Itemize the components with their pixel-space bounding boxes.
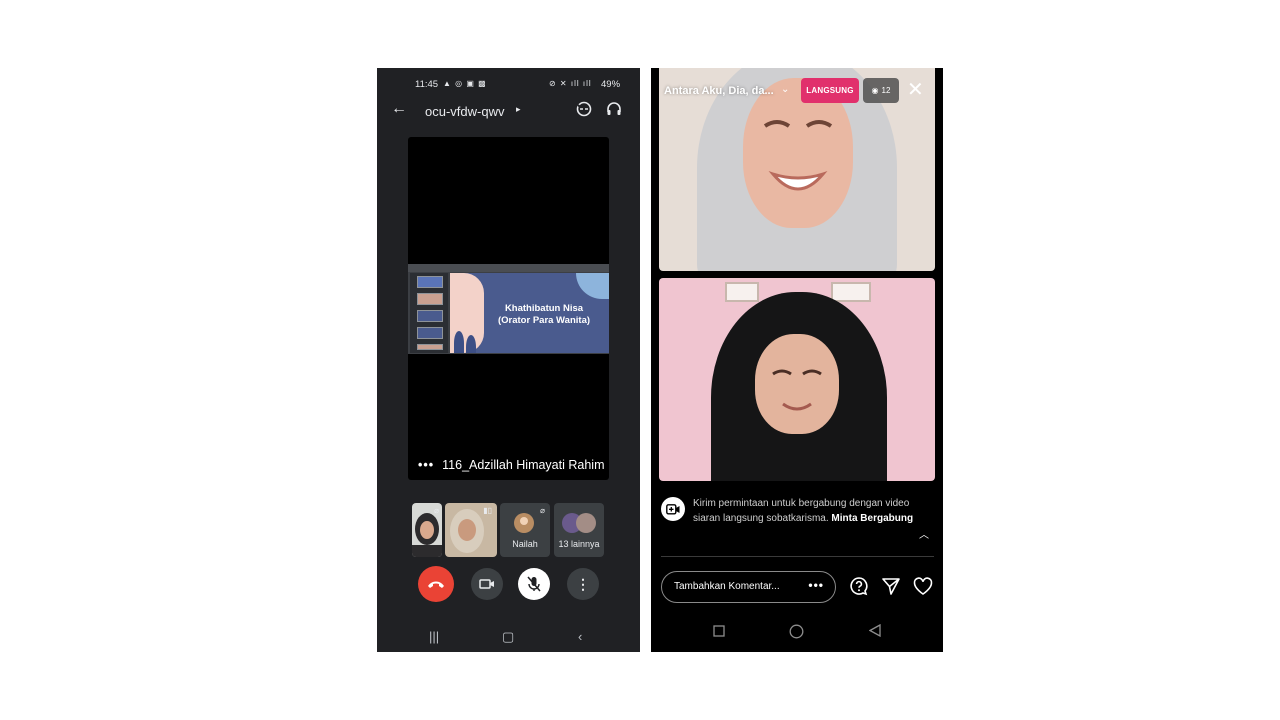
back-nav-icon[interactable] xyxy=(868,623,881,642)
more-options-button[interactable]: ⋮ xyxy=(567,568,599,600)
slide-thumb xyxy=(417,276,443,288)
live-badge: LANGSUNG xyxy=(801,78,859,103)
wall-frame xyxy=(831,282,871,302)
mic-off-icon: ⌀ xyxy=(540,506,545,515)
live-title[interactable]: Antara Aku, Dia, da... xyxy=(664,85,774,97)
heart-icon[interactable] xyxy=(910,573,936,599)
status-bar: 11:45 ▲ ◎ ▣ ▩ ⊘ ✕ ıll ıll 49% xyxy=(377,68,640,98)
send-icon[interactable] xyxy=(878,573,904,599)
slide-decoration xyxy=(454,331,464,353)
slide-toolbar xyxy=(408,264,609,272)
comment-placeholder: Tambahkan Komentar... xyxy=(674,581,780,592)
slide-thumb xyxy=(417,327,443,339)
slide-title-line: Khathibatun Nisa xyxy=(504,303,584,314)
slide-thumb xyxy=(417,344,443,350)
mic-off-icon xyxy=(527,576,541,592)
video-face xyxy=(755,334,839,434)
instagram-live-screen: Antara Aku, Dia, da... ⌄ LANGSUNG ◉ 12 ✕… xyxy=(651,68,943,652)
slide-title-line: (Orator Para Wanita) xyxy=(497,315,591,326)
slide-thumb xyxy=(417,293,443,305)
home-icon[interactable]: ▢ xyxy=(502,629,514,645)
viewer-count: 12 xyxy=(881,86,891,95)
shared-screen: Khathibatun Nisa (Orator Para Wanita) xyxy=(408,264,609,354)
request-join-link[interactable]: Minta Bergabung xyxy=(831,513,913,524)
slide-title: Khathibatun Nisa (Orator Para Wanita) xyxy=(480,303,608,327)
headphones-icon[interactable] xyxy=(606,101,622,122)
status-time: 11:45 xyxy=(415,79,439,90)
audio-icon: ▮▯ xyxy=(483,506,492,515)
recent-apps-icon[interactable] xyxy=(713,624,725,642)
switch-camera-icon[interactable] xyxy=(575,100,593,123)
slide-main: Khathibatun Nisa (Orator Para Wanita) xyxy=(450,273,609,353)
more-options-icon[interactable]: ••• xyxy=(418,458,434,472)
vertical-dots-icon: ⋮ xyxy=(576,575,590,592)
battery-level: 49% xyxy=(601,79,621,90)
participant-tile-others[interactable]: 13 lainnya xyxy=(554,503,604,557)
main-stage[interactable]: Khathibatun Nisa (Orator Para Wanita) ••… xyxy=(408,137,609,480)
back-arrow-icon[interactable]: ← xyxy=(391,100,407,118)
end-call-icon xyxy=(428,581,444,588)
participant-name: 13 lainnya xyxy=(558,539,600,549)
wall-frame xyxy=(725,282,759,302)
slide-decoration xyxy=(576,273,609,299)
home-icon[interactable] xyxy=(789,624,804,644)
chevron-up-icon[interactable]: ︿ xyxy=(919,526,929,541)
status-notification-icons: ▲ ◎ ▣ ▩ xyxy=(443,79,487,88)
chevron-down-icon[interactable]: ⌄ xyxy=(781,84,789,95)
meet-phone-screen: 11:45 ▲ ◎ ▣ ▩ ⊘ ✕ ıll ıll 49% ← ocu-vfdw… xyxy=(377,68,640,652)
participant-name: Nailah xyxy=(512,539,538,549)
join-request-text: Kirim permintaan untuk bergabung dengan … xyxy=(693,496,915,526)
divider xyxy=(661,556,934,557)
participant-tile[interactable]: ⌀ xyxy=(412,503,442,557)
live-header: Antara Aku, Dia, da... ⌄ LANGSUNG ◉ 12 ✕ xyxy=(651,78,943,108)
meet-toolbar: ← ocu-vfdw-qwv ▸ xyxy=(377,100,640,124)
close-icon[interactable]: ✕ xyxy=(907,78,924,102)
meeting-code[interactable]: ocu-vfdw-qwv xyxy=(425,104,504,119)
participant-tile[interactable]: ▮▯ xyxy=(445,503,497,557)
guest-video xyxy=(659,278,935,481)
more-options-icon[interactable]: ••• xyxy=(808,578,824,592)
viewer-count-badge[interactable]: ◉ 12 xyxy=(863,78,899,103)
slide-decoration xyxy=(466,335,476,353)
video-add-icon xyxy=(661,497,685,521)
presenter-label: ••• 116_Adzillah Himayati Rahim xyxy=(418,458,608,472)
end-call-button[interactable] xyxy=(418,566,454,602)
camera-toggle-button[interactable] xyxy=(471,568,503,600)
recent-apps-icon[interactable]: ||| xyxy=(429,629,439,644)
microphone-toggle-button[interactable] xyxy=(518,568,550,600)
comment-input[interactable]: Tambahkan Komentar... ••• xyxy=(661,571,836,603)
presenter-name: 116_Adzillah Himayati Rahim xyxy=(442,458,605,472)
slide-thumb xyxy=(417,310,443,322)
caret-right-icon[interactable]: ▸ xyxy=(516,104,521,115)
eye-icon: ◉ xyxy=(871,86,879,95)
mic-off-icon: ⌀ xyxy=(434,506,439,515)
slide-thumbnails xyxy=(410,273,448,353)
back-nav-icon[interactable]: ‹ xyxy=(578,629,582,644)
participant-tile-nailah[interactable]: ⌀ Nailah xyxy=(500,503,550,557)
question-icon[interactable] xyxy=(846,573,872,599)
video-camera-icon xyxy=(479,579,494,589)
status-signal-icons: ⊘ ✕ ıll ıll xyxy=(549,79,592,88)
